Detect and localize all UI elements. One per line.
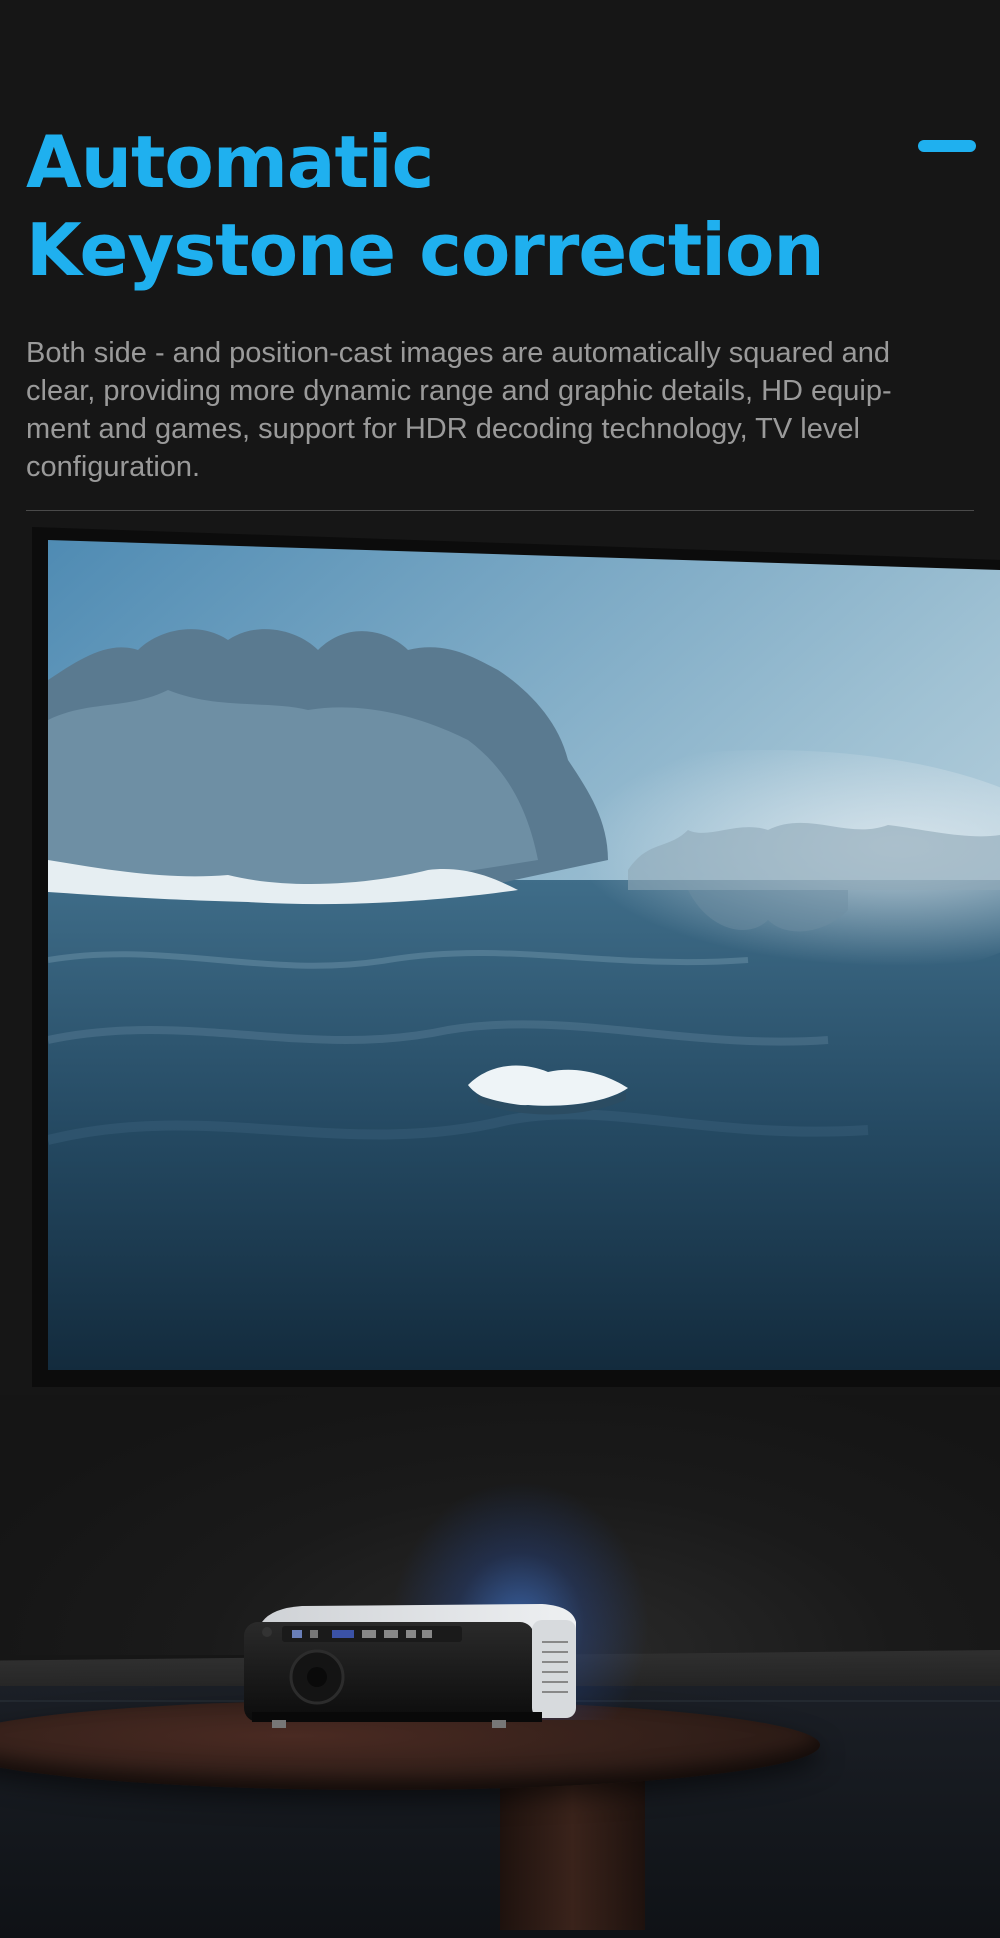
table-leg bbox=[500, 1780, 645, 1930]
dash-icon bbox=[918, 140, 976, 152]
page-title: Automatic Keystone correction bbox=[26, 118, 825, 294]
description-line: Both side - and position-cast images are… bbox=[26, 337, 891, 369]
title-line-2: Keystone correction bbox=[26, 208, 825, 292]
section-divider bbox=[26, 510, 974, 511]
projector-image bbox=[244, 1604, 576, 1728]
title-line-1: Automatic bbox=[26, 120, 434, 204]
product-feature-page: Automatic Keystone correction Both side … bbox=[0, 0, 1000, 1938]
winter-lake-landscape-image bbox=[48, 540, 1000, 1370]
feature-description: Both side - and position-cast images are… bbox=[26, 334, 976, 486]
description-line: clear, providing more dynamic range and … bbox=[26, 375, 892, 407]
description-line: ment and games, support for HDR decoding… bbox=[26, 413, 860, 445]
description-line: configuration. bbox=[26, 451, 201, 483]
